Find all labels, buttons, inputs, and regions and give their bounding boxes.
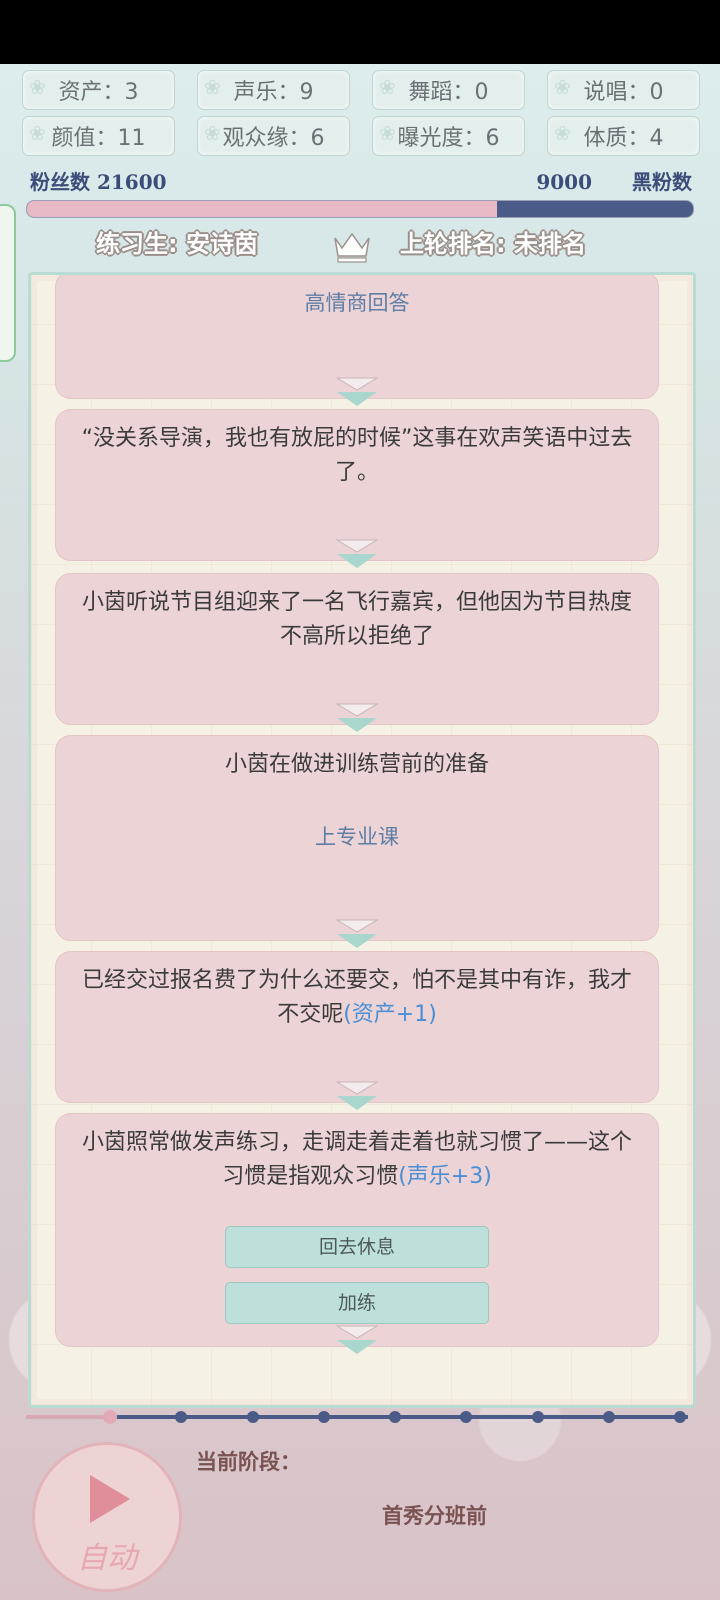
story-card: 小茵在做进训练营前的准备 上专业课 xyxy=(55,735,659,948)
flower-icon: ❀ xyxy=(554,121,571,145)
timeline-track xyxy=(26,1415,688,1419)
stage-timeline xyxy=(26,1410,688,1424)
stat-label: 说唱：0 xyxy=(583,80,664,105)
trainee-name: 练习生: 安诗茵 xyxy=(96,230,258,258)
flower-icon: ❀ xyxy=(204,121,221,145)
auto-label: 自动 xyxy=(77,1541,137,1576)
flower-icon: ❀ xyxy=(379,121,396,145)
fans-value: 21600 xyxy=(96,170,167,194)
story-text: “没关系导演，我也有放屁的时候”这事在欢声笑语中过去了。 xyxy=(81,426,633,485)
timeline-node xyxy=(460,1411,473,1423)
stat-looks: ❀ 颜值：11 xyxy=(22,116,175,156)
selected-option: 上专业课 xyxy=(315,825,399,849)
timeline-node xyxy=(317,1411,330,1423)
selected-option: 高情商回答 xyxy=(304,291,410,315)
stat-label: 体质：4 xyxy=(583,126,664,151)
fans-label: 粉丝数 xyxy=(30,170,90,194)
stat-label: 声乐：9 xyxy=(233,80,314,105)
stats-grid: ❀ 资产：3 ❀ 声乐：9 ❀ 舞蹈：0 ❀ 说唱：0 ❀ 颜值：11 ❀ 观众缘：6 ❀ 曝… xyxy=(22,70,700,156)
flower-icon: ❀ xyxy=(554,75,571,99)
fans-ratio-bar xyxy=(26,200,694,218)
auto-play-button[interactable]: 自动 xyxy=(32,1442,182,1592)
flower-icon: ❀ xyxy=(29,121,46,145)
story-card: 小茵照常做发声练习，走调走着走着也就习惯了——这个习惯是指观众习惯(声乐+3) … xyxy=(55,1113,659,1354)
story-card: 高情商回答 xyxy=(55,275,659,406)
chevron-down-icon xyxy=(335,1081,379,1110)
stat-exposure: ❀ 曝光度：6 xyxy=(372,116,525,156)
timeline-node xyxy=(103,1410,117,1424)
story-text: 已经交过报名费了为什么还要交，怕不是其中有诈，我才不交呢(资产+1) xyxy=(76,964,638,1032)
chevron-down-icon xyxy=(335,539,379,568)
fans-ratio-fill xyxy=(27,201,498,217)
anti-fans-value: 9000 xyxy=(536,170,592,194)
play-icon xyxy=(90,1475,130,1523)
story-text: 小茵在做进训练营前的准备 xyxy=(224,752,489,777)
chevron-down-icon xyxy=(335,919,379,948)
timeline-progress xyxy=(26,1415,110,1419)
stat-constitution: ❀ 体质：4 xyxy=(547,116,700,156)
story-card: “没关系导演，我也有放屁的时候”这事在欢声笑语中过去了。 xyxy=(55,409,659,568)
stat-rap: ❀ 说唱：0 xyxy=(547,70,700,110)
stage-value: 首秀分班前 xyxy=(382,1503,487,1528)
stat-label: 观众缘：6 xyxy=(222,126,325,151)
chevron-down-icon xyxy=(335,703,379,732)
flower-icon: ❀ xyxy=(379,75,396,99)
status-bar xyxy=(0,0,720,64)
stat-bonus: (资产+1) xyxy=(343,1002,437,1027)
stat-dance: ❀ 舞蹈：0 xyxy=(372,70,525,110)
stat-assets: ❀ 资产：3 xyxy=(22,70,175,110)
anti-fans-count: 9000 黑粉数 xyxy=(536,166,692,195)
story-card: 已经交过报名费了为什么还要交，怕不是其中有诈，我才不交呢(资产+1) xyxy=(55,951,659,1110)
stat-bonus: (声乐+3) xyxy=(398,1164,492,1189)
story-text: 小茵听说节目组迎来了一名飞行嘉宾，但他因为节目热度不高所以拒绝了 xyxy=(81,590,632,649)
fans-count: 粉丝数 21600 xyxy=(30,166,167,195)
timeline-node xyxy=(246,1411,259,1423)
fans-row: 粉丝数 21600 9000 黑粉数 xyxy=(26,166,692,195)
story-text: 小茵照常做发声练习，走调走着走着也就习惯了——这个习惯是指观众习惯(声乐+3) xyxy=(76,1126,638,1194)
flower-icon: ❀ xyxy=(29,75,46,99)
anti-fans-label: 黑粉数 xyxy=(632,170,692,194)
story-card: 小茵听说节目组迎来了一名飞行嘉宾，但他因为节目热度不高所以拒绝了 xyxy=(55,573,659,732)
flower-icon: ❀ xyxy=(204,75,221,99)
timeline-node xyxy=(531,1411,544,1423)
choice-extra-practice-button[interactable]: 加练 xyxy=(225,1282,489,1324)
crown-icon xyxy=(334,232,370,263)
chevron-down-icon xyxy=(335,377,379,406)
stage-label: 当前阶段： xyxy=(196,1449,301,1474)
stat-popularity: ❀ 观众缘：6 xyxy=(197,116,350,156)
timeline-node xyxy=(602,1411,615,1423)
choice-rest-button[interactable]: 回去休息 xyxy=(225,1226,489,1268)
timeline-node xyxy=(674,1411,686,1423)
timeline-node xyxy=(175,1411,188,1423)
stat-label: 颜值：11 xyxy=(51,126,146,151)
last-rank: 上轮排名: 未排名 xyxy=(400,230,586,258)
side-drawer-tab[interactable] xyxy=(0,204,16,362)
timeline-node xyxy=(389,1411,401,1423)
stat-label: 资产：3 xyxy=(58,80,139,105)
story-panel[interactable]: 高情商回答 “没关系导演，我也有放屁的时候”这事在欢声笑语中过去了。 小茵听说节… xyxy=(28,272,696,1408)
story-text-body: 小茵照常做发声练习，走调走着走着也就习惯了——这个习惯是指观众习惯 xyxy=(81,1130,632,1189)
stat-label: 曝光度：6 xyxy=(397,126,500,151)
stat-vocal: ❀ 声乐：9 xyxy=(197,70,350,110)
stat-label: 舞蹈：0 xyxy=(408,80,489,105)
chevron-down-icon xyxy=(335,1325,379,1354)
